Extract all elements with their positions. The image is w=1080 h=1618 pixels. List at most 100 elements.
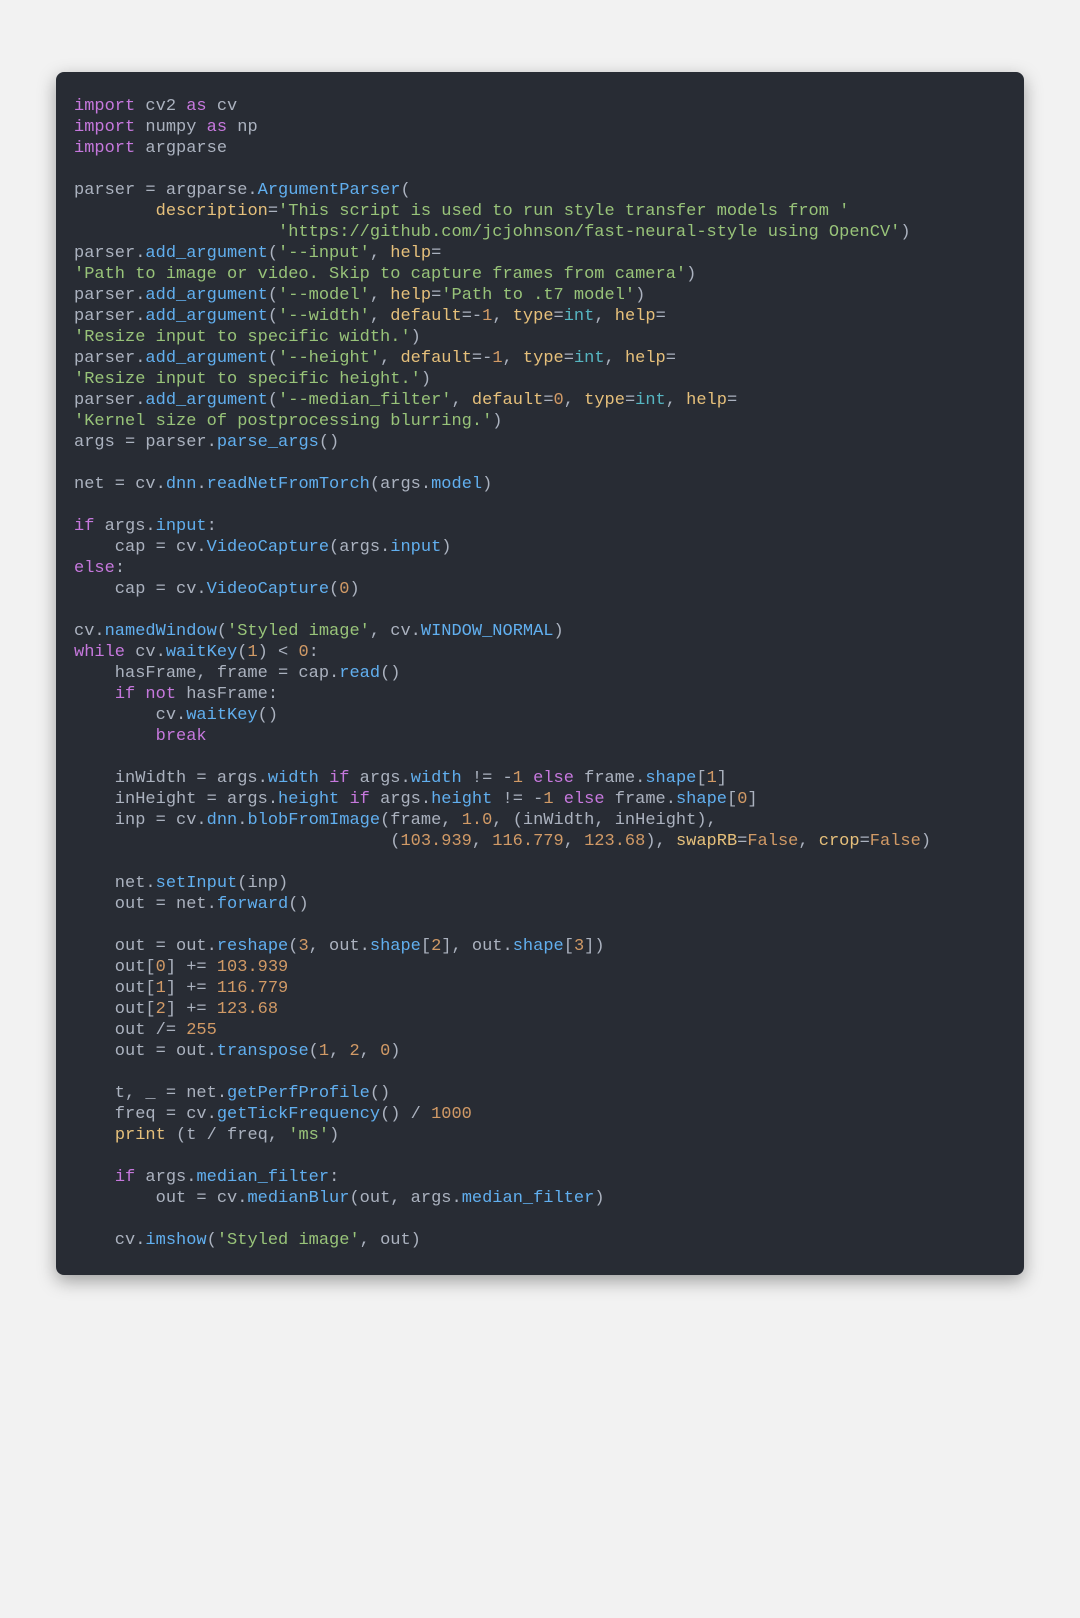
code-token: ( <box>329 580 339 599</box>
code-token: ) <box>594 1189 604 1208</box>
code-token: , cv. <box>370 622 421 641</box>
code-token: ] += <box>166 1000 217 1019</box>
code-token: net = cv. <box>74 475 166 494</box>
code-token: ( <box>268 244 278 263</box>
code-token: ( <box>268 307 278 326</box>
code-token: while <box>74 643 125 662</box>
code-token: numpy <box>135 118 206 137</box>
code-token: = <box>727 391 737 410</box>
code-token: int <box>635 391 666 410</box>
code-token: ) <box>349 580 359 599</box>
code-token: cv. <box>74 622 105 641</box>
code-token: VideoCapture <box>207 538 329 557</box>
code-token: ], out. <box>441 937 512 956</box>
code-token: cv. <box>125 643 166 662</box>
code-token <box>339 790 349 809</box>
code-line: parser.add_argument('--median_filter', d… <box>74 391 737 410</box>
code-token: ArgumentParser <box>258 181 401 200</box>
code-token: out[ <box>74 1000 156 1019</box>
code-token: hasFrame: <box>176 685 278 704</box>
code-token: 1000 <box>431 1105 472 1124</box>
code-token: 2 <box>156 1000 166 1019</box>
code-token: ( <box>400 181 410 200</box>
code-token: [ <box>421 937 431 956</box>
code-token: '--median_filter' <box>278 391 451 410</box>
code-token: ( <box>268 391 278 410</box>
code-token: 1 <box>319 1042 329 1061</box>
code-token: cv. <box>74 706 186 725</box>
code-token: () <box>319 433 339 452</box>
code-token: add_argument <box>145 349 267 368</box>
code-token: freq = cv. <box>74 1105 217 1124</box>
code-token: waitKey <box>166 643 237 662</box>
code-token: out[ <box>74 958 156 977</box>
code-line: cv.namedWindow('Styled image', cv.WINDOW… <box>74 622 564 641</box>
code-token: import <box>74 118 135 137</box>
code-token: default <box>400 349 471 368</box>
code-line: cv.waitKey() <box>74 706 278 725</box>
code-token: '--height' <box>278 349 380 368</box>
code-token: default <box>390 307 461 326</box>
code-token: type <box>523 349 564 368</box>
code-token: reshape <box>217 937 288 956</box>
code-line: 'https://github.com/jcjohnson/fast-neura… <box>74 223 911 242</box>
code-token: cv. <box>74 1231 145 1250</box>
code-token: help <box>686 391 727 410</box>
code-token: False <box>870 832 921 851</box>
code-token: help <box>625 349 666 368</box>
code-line: out[2] += 123.68 <box>74 1000 278 1019</box>
code-token: readNetFromTorch <box>207 475 370 494</box>
code-token: parser = argparse. <box>74 181 258 200</box>
code-line: out = net.forward() <box>74 895 309 914</box>
code-token: 123.68 <box>217 1000 278 1019</box>
code-token: 3 <box>298 937 308 956</box>
code-token: [ <box>727 790 737 809</box>
code-line: freq = cv.getTickFrequency() / 1000 <box>74 1105 472 1124</box>
code-token: 116.779 <box>492 832 563 851</box>
code-token: (frame, <box>380 811 462 830</box>
code-token: height <box>278 790 339 809</box>
code-block[interactable]: import cv2 as cv import numpy as np impo… <box>56 72 1024 1275</box>
code-token <box>74 202 156 221</box>
code-token: out[ <box>74 979 156 998</box>
code-token: 'ms' <box>288 1126 329 1145</box>
code-token: , <box>564 832 584 851</box>
code-token: cap = cv. <box>74 538 207 557</box>
code-token <box>74 1168 115 1187</box>
code-token: parser. <box>74 244 145 263</box>
code-token: parser. <box>74 307 145 326</box>
code-line: 'Path to image or video. Skip to capture… <box>74 265 696 284</box>
code-token: 1 <box>156 979 166 998</box>
code-token: ( <box>288 937 298 956</box>
code-token: not <box>145 685 176 704</box>
code-line: parser.add_argument('--height', default=… <box>74 349 676 368</box>
code-token: 1.0 <box>462 811 493 830</box>
code-token: 0 <box>339 580 349 599</box>
code-token: , <box>605 349 625 368</box>
code-token: WINDOW_NORMAL <box>421 622 554 641</box>
code-line: (103.939, 116.779, 123.68), swapRB=False… <box>74 832 931 851</box>
code-line: import argparse <box>74 139 227 158</box>
code-token: getPerfProfile <box>227 1084 370 1103</box>
code-token: out = out. <box>74 937 217 956</box>
code-token: args. <box>349 769 410 788</box>
code-token: = <box>554 307 564 326</box>
code-token: 0 <box>298 643 308 662</box>
code-token: () <box>258 706 278 725</box>
code-token: cv2 <box>135 97 186 116</box>
code-token: crop <box>819 832 860 851</box>
code-token: 3 <box>574 937 584 956</box>
code-token: cv <box>207 97 238 116</box>
code-token: 123.68 <box>584 832 645 851</box>
code-token <box>74 1126 115 1145</box>
code-line: parser.add_argument('--width', default=-… <box>74 307 666 326</box>
code-token: = <box>666 349 676 368</box>
code-token: 1 <box>247 643 257 662</box>
code-line: hasFrame, frame = cap.read() <box>74 664 400 683</box>
code-token: 'https://github.com/jcjohnson/fast-neura… <box>278 223 900 242</box>
code-token: np <box>227 118 258 137</box>
code-line: parser.add_argument('--input', help= <box>74 244 441 263</box>
code-token: 'Path to image or video. Skip to capture… <box>74 265 686 284</box>
code-token: = <box>268 202 278 221</box>
code-token: : <box>115 559 125 578</box>
